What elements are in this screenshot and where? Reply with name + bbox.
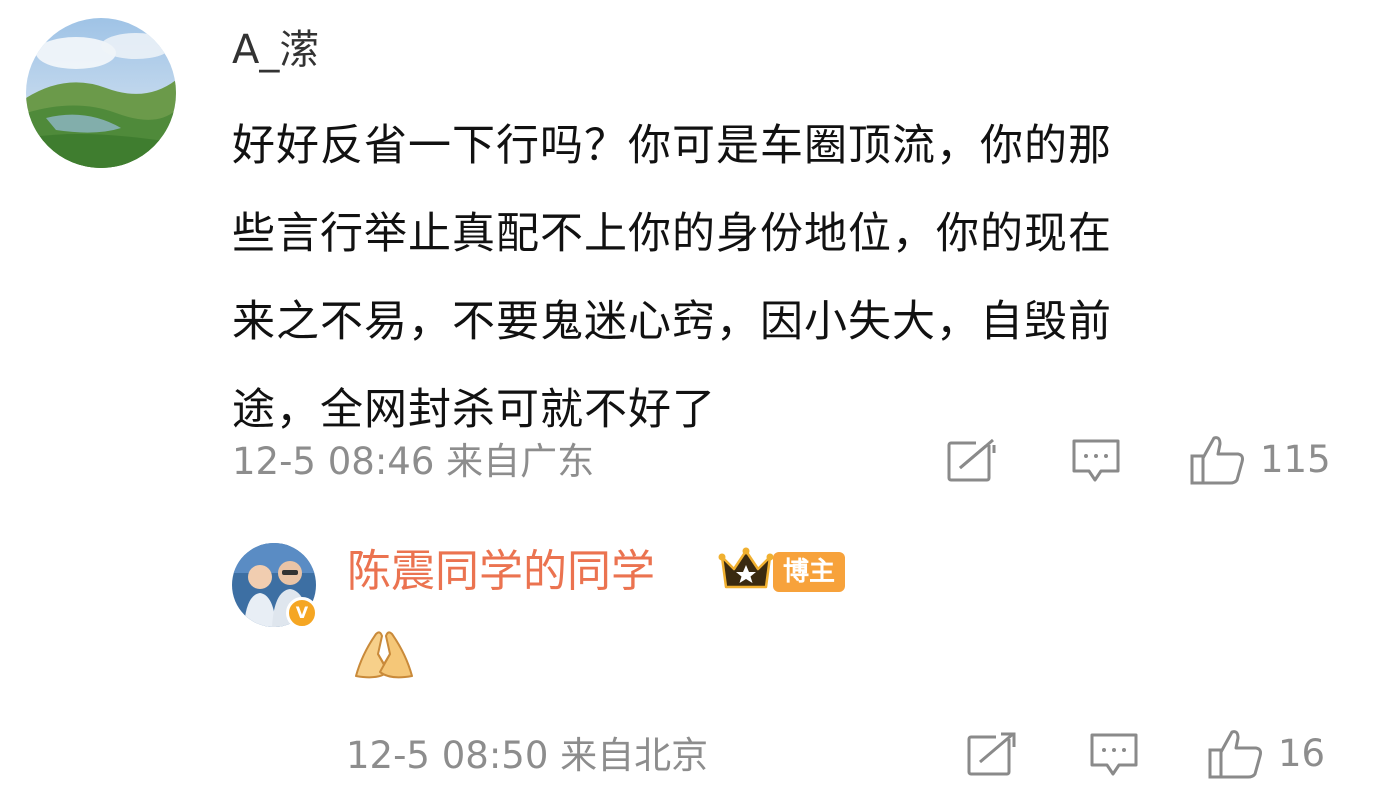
avatar[interactable] [26,18,176,168]
comment-username[interactable]: A_潆 [232,26,319,74]
comment-timestamp: 12-5 08:50 来自北京 [346,734,709,777]
folded-hands-emoji-icon [348,624,420,684]
like-button[interactable]: 16 [1208,728,1325,780]
like-count: 115 [1260,438,1331,481]
share-button[interactable] [946,437,998,483]
blogger-badge: 博主 [773,552,846,592]
reply-button[interactable] [1089,732,1139,778]
comment-text: 好好反省一下行吗？你可是车圈顶流，你的那 些言行举止真配不上你的身份地位，你的现… [232,102,1342,454]
comment-text-line: 来之不易，不要鬼迷心窍，因小失大，自毁前 [232,297,1112,347]
comment-icon [1072,439,1120,482]
crown-icon [718,547,774,593]
share-icon [947,437,998,482]
comment-text-line: 好好反省一下行吗？你可是车圈顶流，你的那 [232,121,1112,171]
like-button[interactable]: 115 [1190,434,1331,486]
like-count: 16 [1278,732,1326,775]
comment-text-line: 些言行举止真配不上你的身份地位，你的现在 [232,209,1112,259]
share-icon [967,731,1018,776]
reply-button[interactable] [1071,438,1121,484]
landscape-avatar-image [26,18,176,168]
verified-badge: V [286,597,318,629]
thumbs-up-icon [1208,730,1262,779]
thumbs-up-icon [1190,436,1244,485]
comment-icon [1090,733,1138,776]
blogger-username[interactable]: 陈震同学的同学 [347,546,655,598]
comment-timestamp: 12-5 08:46 来自广东 [232,440,595,483]
share-button[interactable] [966,731,1018,777]
